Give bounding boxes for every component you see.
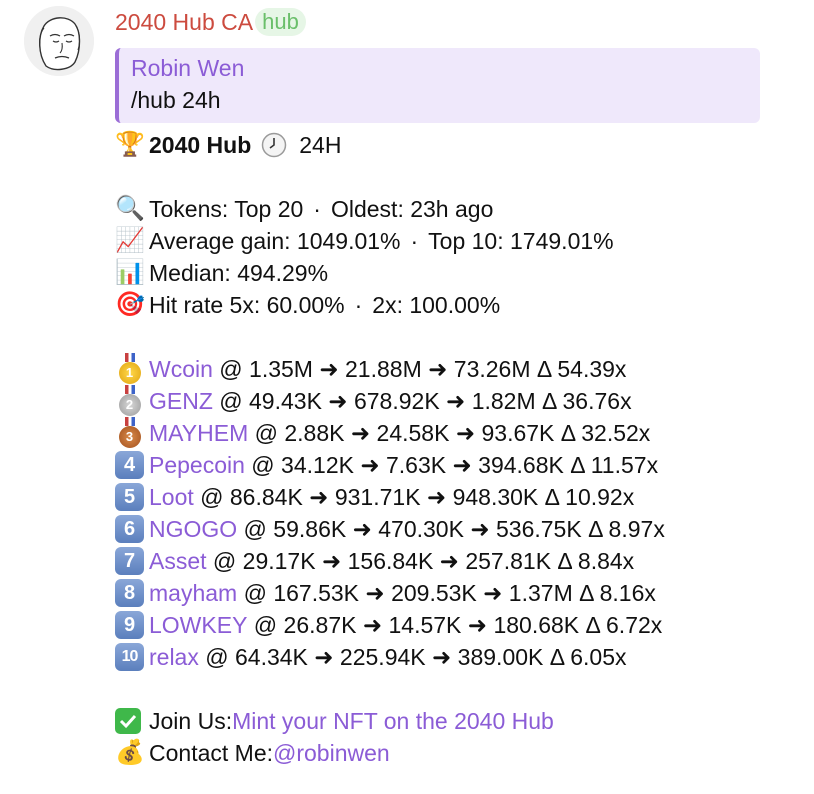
token-row: 3 MAYHEM @ 2.88K ➜ 24.58K ➜ 93.67K Δ 32.5… — [115, 417, 775, 449]
keycap-7-icon: 7 — [115, 547, 144, 575]
sender-badge: hub — [255, 8, 306, 36]
contact-link[interactable]: @robinwen — [273, 737, 390, 769]
stat-hit-rate-5x: Hit rate 5x: 60.00% — [149, 292, 345, 318]
token-stats: @ 2.88K ➜ 24.58K ➜ 93.67K Δ 32.52x — [248, 420, 651, 446]
stat-oldest: Oldest: 23h ago — [330, 196, 494, 222]
token-name[interactable]: mayham — [149, 577, 237, 609]
join-line: Join Us: Mint your NFT on the 2040 Hub — [115, 705, 775, 737]
keycap-5-icon: 5 — [115, 483, 144, 511]
token-row: 5 Loot @ 86.84K ➜ 931.71K ➜ 948.30K Δ 10.… — [115, 481, 775, 513]
clock-icon — [261, 129, 291, 161]
silver-medal-icon: 2 — [115, 385, 144, 417]
token-stats: @ 34.12K ➜ 7.63K ➜ 394.68K Δ 11.57x — [244, 452, 659, 478]
separator: · — [410, 228, 419, 254]
rank-number: 2 — [118, 394, 141, 416]
stat-median-line: 📊 Median: 494.29% — [115, 257, 775, 289]
sender-row: 2040 Hub CA hub — [115, 4, 775, 40]
token-row: 9 LOWKEY @ 26.87K ➜ 14.57K ➜ 180.68K Δ 6.… — [115, 609, 775, 641]
token-stats: @ 64.34K ➜ 225.94K ➜ 389.00K Δ 6.05x — [198, 644, 627, 670]
bar-chart-icon: 📊 — [115, 259, 145, 286]
join-link[interactable]: Mint your NFT on the 2040 Hub — [232, 705, 554, 737]
stat-average-gain: Average gain: 1049.01% — [149, 228, 401, 254]
token-row: 2 GENZ @ 49.43K ➜ 678.92K ➜ 1.82M Δ 36.76… — [115, 385, 775, 417]
header-line: 🏆 2040 Hub 24H — [115, 129, 775, 161]
token-stats: @ 59.86K ➜ 470.30K ➜ 536.75K Δ 8.97x — [237, 516, 665, 542]
keycap-6-icon: 6 — [115, 515, 144, 543]
separator: · — [313, 196, 321, 222]
message: 2040 Hub CA hub Robin Wen /hub 24h 🏆 204… — [115, 0, 775, 769]
reply-quote[interactable]: Robin Wen /hub 24h — [115, 48, 760, 123]
target-icon: 🎯 — [115, 291, 145, 318]
money-bag-icon: 💰 — [115, 739, 145, 766]
separator: · — [354, 292, 363, 318]
contact-line: 💰 Contact Me: @robinwen — [115, 737, 775, 769]
check-icon — [115, 705, 149, 737]
stat-tokens: Tokens: Top 20 — [149, 196, 304, 222]
token-row: 4 Pepecoin @ 34.12K ➜ 7.63K ➜ 394.68K Δ 1… — [115, 449, 775, 481]
rank-number: 3 — [118, 426, 141, 448]
token-name[interactable]: MAYHEM — [149, 417, 248, 449]
reply-text: /hub 24h — [131, 87, 221, 113]
token-stats: @ 167.53K ➜ 209.53K ➜ 1.37M Δ 8.16x — [237, 580, 656, 606]
rank-number: 1 — [118, 362, 141, 384]
keycap-4-icon: 4 — [115, 451, 144, 479]
token-stats: @ 26.87K ➜ 14.57K ➜ 180.68K Δ 6.72x — [247, 612, 663, 638]
stat-median: Median: 494.29% — [149, 260, 329, 286]
token-name[interactable]: Loot — [149, 481, 194, 513]
magnifier-icon: 🔍 — [115, 195, 145, 222]
token-name[interactable]: NGOGO — [149, 513, 237, 545]
keycap-9-icon: 9 — [115, 611, 144, 639]
token-stats: @ 29.17K ➜ 156.84K ➜ 257.81K Δ 8.84x — [206, 548, 635, 574]
keycap-10-icon: 10 — [115, 643, 144, 671]
stat-hit-rate-2x: 2x: 100.00% — [372, 292, 501, 318]
gold-medal-icon: 1 — [115, 353, 144, 385]
token-row: 7 Asset @ 29.17K ➜ 156.84K ➜ 257.81K Δ 8.… — [115, 545, 775, 577]
token-stats: @ 1.35M ➜ 21.88M ➜ 73.26M Δ 54.39x — [212, 356, 627, 382]
token-row: 6 NGOGO @ 59.86K ➜ 470.30K ➜ 536.75K Δ 8.… — [115, 513, 775, 545]
keycap-8-icon: 8 — [115, 579, 144, 607]
token-name[interactable]: Asset — [149, 545, 207, 577]
wojak-avatar-icon — [24, 6, 94, 76]
trophy-icon: 🏆 — [115, 131, 145, 158]
sender-name[interactable]: 2040 Hub CA — [115, 9, 253, 36]
token-name[interactable]: GENZ — [149, 385, 213, 417]
stat-hit-line: 🎯 Hit rate 5x: 60.00% · 2x: 100.00% — [115, 289, 775, 321]
join-label: Join Us: — [149, 708, 233, 734]
token-row: 1 Wcoin @ 1.35M ➜ 21.88M ➜ 73.26M Δ 54.39… — [115, 353, 775, 385]
header-period: 24H — [299, 132, 342, 158]
token-name[interactable]: LOWKEY — [149, 609, 247, 641]
token-row: 10 relax @ 64.34K ➜ 225.94K ➜ 389.00K Δ 6… — [115, 641, 775, 673]
contact-label: Contact Me: — [149, 740, 273, 766]
reply-author: Robin Wen — [131, 55, 245, 81]
token-name[interactable]: relax — [149, 641, 199, 673]
token-stats: @ 49.43K ➜ 678.92K ➜ 1.82M Δ 36.76x — [212, 388, 632, 414]
chart-up-icon: 📈 — [115, 227, 145, 254]
bronze-medal-icon: 3 — [115, 417, 144, 449]
token-name[interactable]: Pepecoin — [149, 449, 245, 481]
token-stats: @ 86.84K ➜ 931.71K ➜ 948.30K Δ 10.92x — [193, 484, 635, 510]
stat-tokens-line: 🔍 Tokens: Top 20 · Oldest: 23h ago — [115, 193, 775, 225]
stat-top10: Top 10: 1749.01% — [428, 228, 614, 254]
token-row: 8 mayham @ 167.53K ➜ 209.53K ➜ 1.37M Δ 8.… — [115, 577, 775, 609]
stat-avg-line: 📈 Average gain: 1049.01% · Top 10: 1749.… — [115, 225, 775, 257]
header-title: 2040 Hub — [149, 132, 252, 158]
token-list: 1 Wcoin @ 1.35M ➜ 21.88M ➜ 73.26M Δ 54.39… — [115, 353, 775, 673]
token-name[interactable]: Wcoin — [149, 353, 213, 385]
avatar[interactable] — [24, 6, 94, 76]
